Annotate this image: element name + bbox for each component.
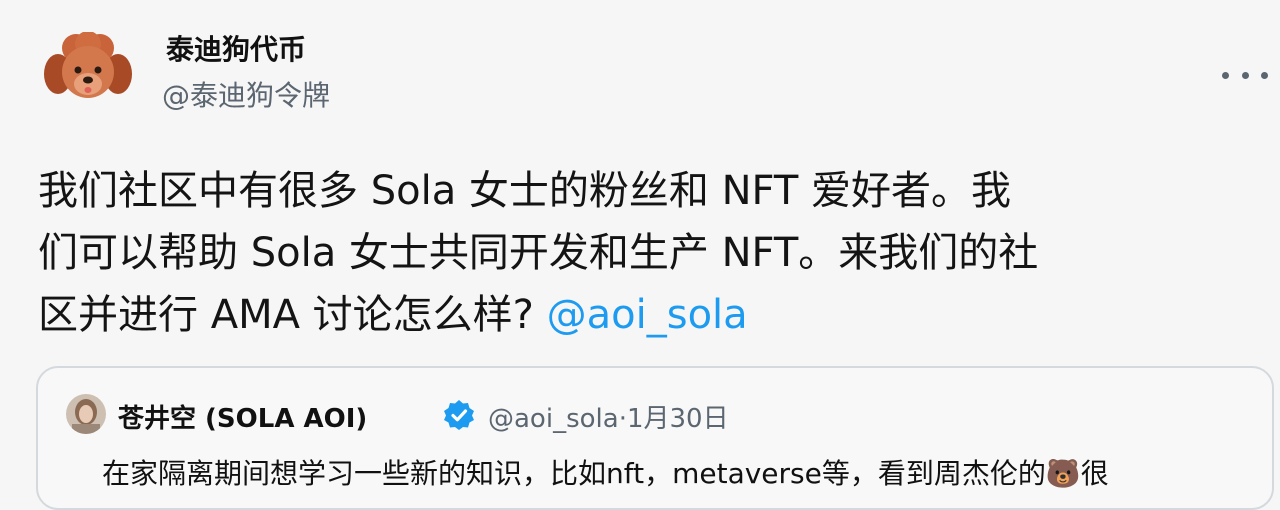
person-avatar-icon (66, 394, 106, 434)
author-display-name[interactable]: 泰迪狗代币 (166, 28, 306, 68)
quoted-tweet-card[interactable]: 苍井空 (SOLA AOI) @aoi_sola·1月30日 在家隔离期间想学习… (36, 366, 1274, 510)
avatar[interactable] (42, 31, 134, 104)
tweet: 泰迪狗代币 @泰迪狗令牌 我们社区中有很多 Sola 女士的粉丝和 NFT 爱好… (0, 0, 1280, 510)
tweet-text-line: 们可以帮助 Sola 女士共同开发和生产 NFT。来我们的社 (38, 230, 1039, 276)
quoted-author-avatar[interactable] (66, 394, 106, 434)
tweet-text-line-content: 区并进行 AMA 讨论怎么样? (38, 292, 547, 338)
meta-separator: · (618, 404, 627, 434)
poodle-avatar-icon (44, 31, 132, 98)
verified-badge-icon (443, 399, 475, 431)
mention-link[interactable]: @aoi_sola (547, 292, 748, 338)
tweet-text-line: 我们社区中有很多 Sola 女士的粉丝和 NFT 爱好者。我 (38, 168, 1012, 214)
quoted-author-handle[interactable]: @aoi_sola (488, 404, 619, 434)
quoted-author-name[interactable]: 苍井空 (SOLA AOI) (118, 398, 367, 435)
more-options-button[interactable] (1222, 60, 1268, 90)
tweet-text: 我们社区中有很多 Sola 女士的粉丝和 NFT 爱好者。我 们可以帮助 Sol… (38, 160, 1250, 346)
more-dots-icon (1261, 71, 1268, 79)
quoted-tweet-text: 在家隔离期间想学习一些新的知识，比如nft，metaverse等，看到周杰伦的🐻… (102, 457, 1109, 490)
quoted-tweet-date[interactable]: 1月30日 (627, 404, 729, 434)
more-dots-icon (1222, 71, 1229, 79)
tweet-text-line: 区并进行 AMA 讨论怎么样? @aoi_sola (38, 284, 1250, 346)
more-dots-icon (1241, 71, 1249, 79)
author-handle[interactable]: @泰迪狗令牌 (162, 74, 330, 114)
quoted-tweet-meta: @aoi_sola·1月30日 (488, 398, 729, 435)
